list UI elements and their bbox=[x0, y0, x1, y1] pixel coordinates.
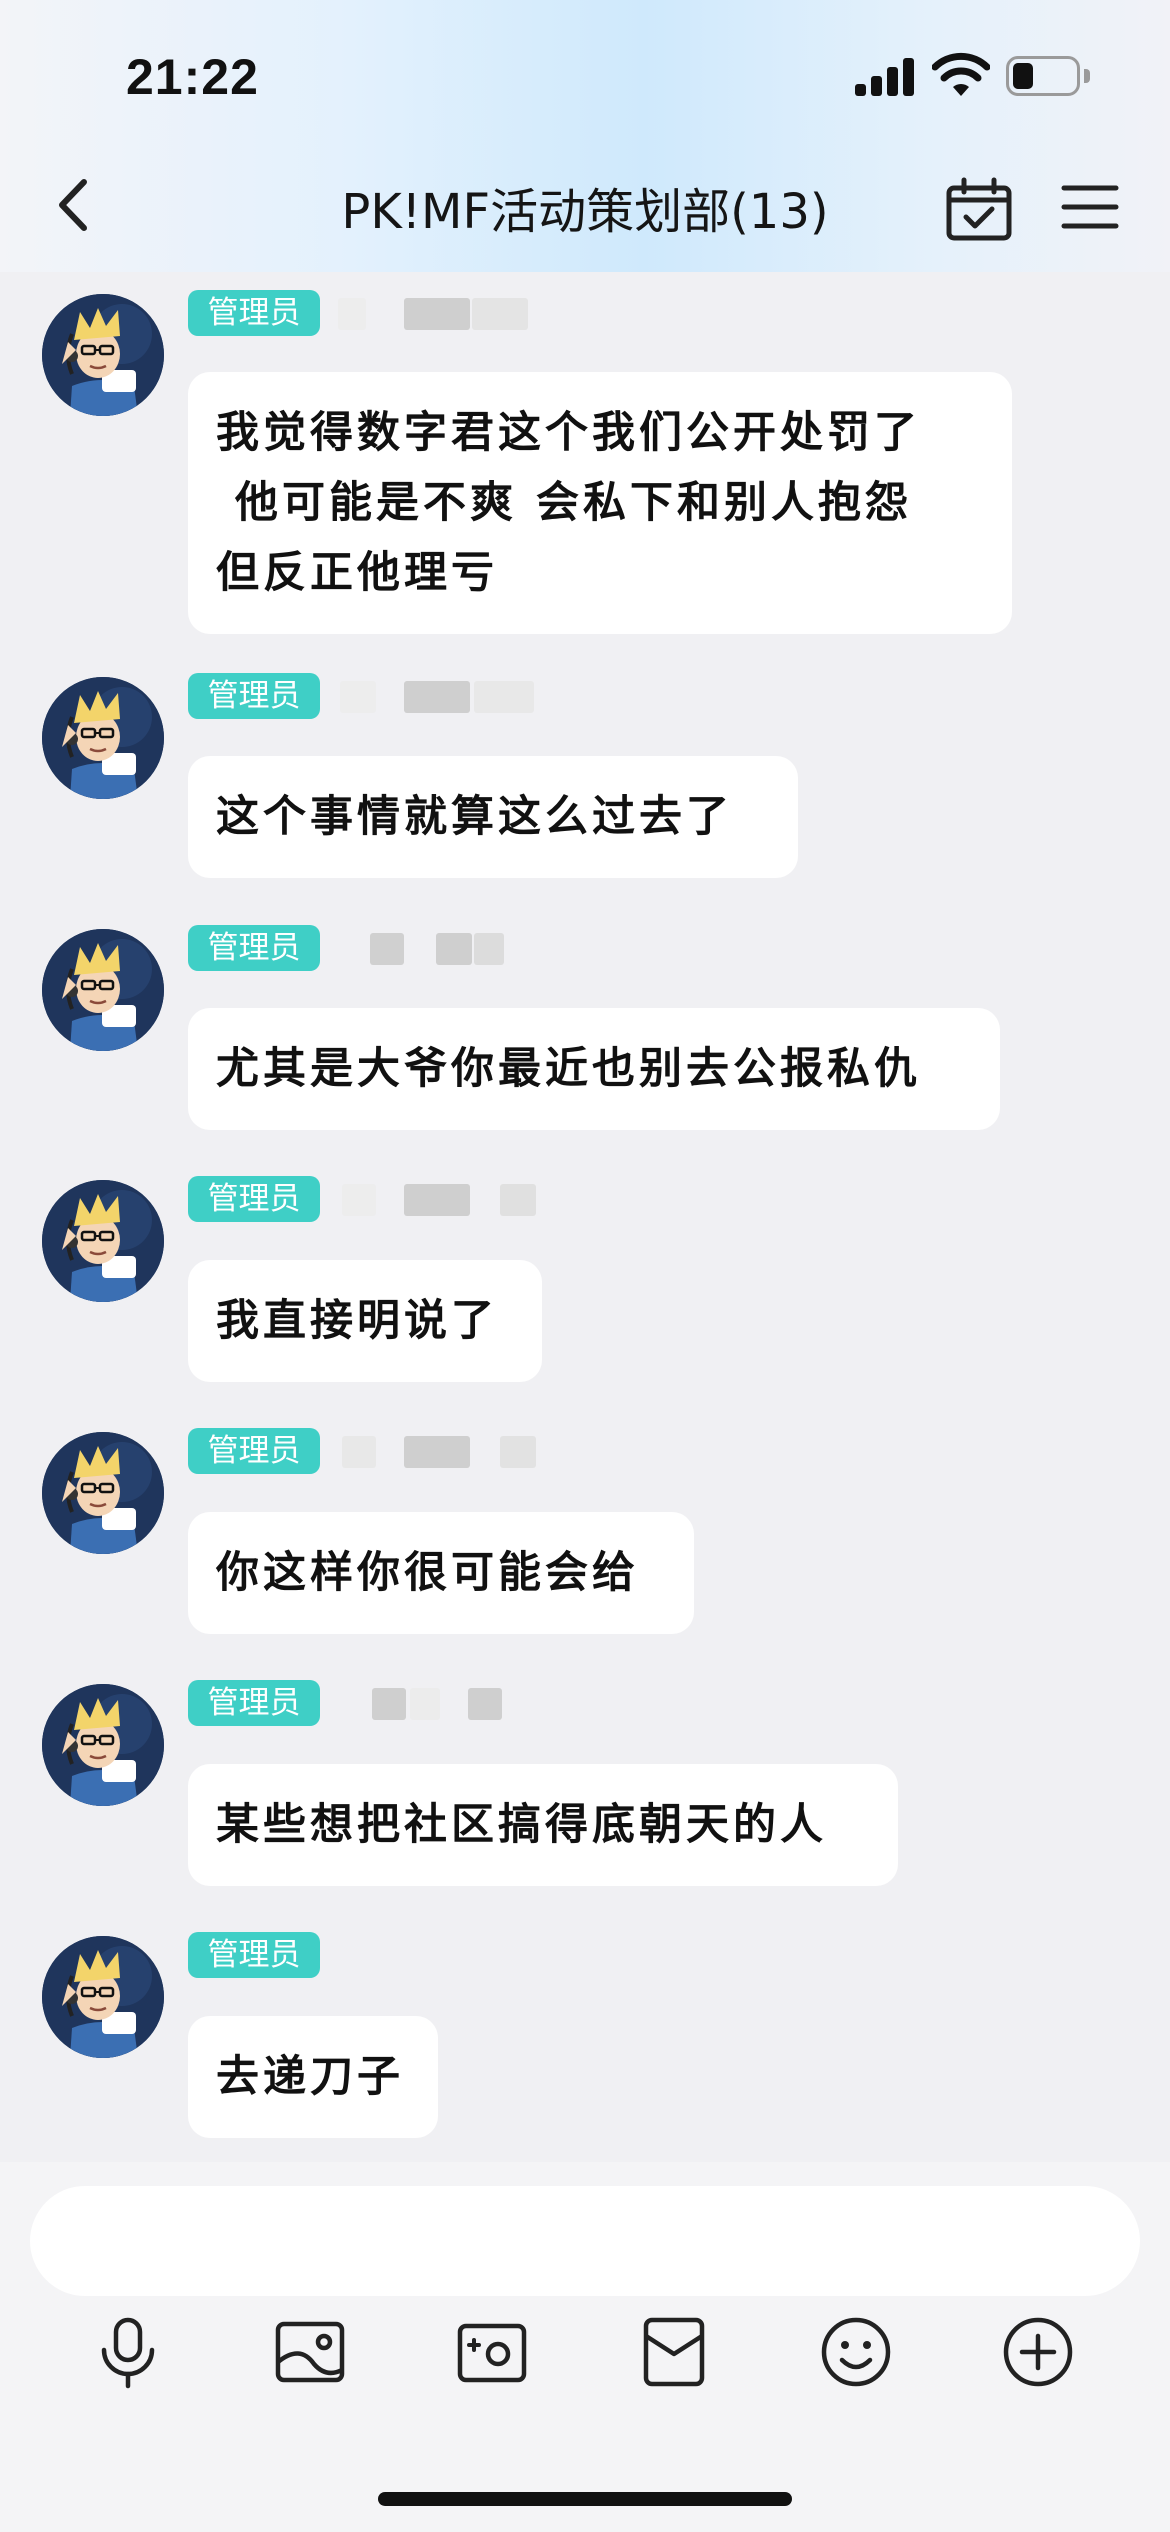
input-bar bbox=[0, 2162, 1170, 2532]
avatar[interactable] bbox=[42, 929, 164, 1051]
chat-title: PK!MF活动策划部(13) bbox=[341, 184, 829, 240]
avatar[interactable] bbox=[42, 1432, 164, 1554]
blurred-username bbox=[340, 681, 376, 713]
blurred-username bbox=[404, 681, 470, 713]
avatar[interactable] bbox=[42, 1684, 164, 1806]
blurred-username bbox=[342, 1436, 376, 1468]
message-bubble[interactable]: 某些想把社区搞得底朝天的人 bbox=[188, 1764, 898, 1886]
admin-badge: 管理员 bbox=[188, 1428, 320, 1474]
image-icon[interactable] bbox=[270, 2312, 350, 2392]
message-bubble[interactable]: 你这样你很可能会给 bbox=[188, 1512, 694, 1634]
menu-icon[interactable] bbox=[1060, 182, 1120, 232]
home-indicator bbox=[378, 2492, 792, 2506]
wifi-icon bbox=[932, 52, 990, 96]
blurred-username bbox=[404, 298, 470, 330]
message-bubble[interactable]: 我觉得数字君这个我们公开处罚了 他可能是不爽 会私下和别人抱怨 但反正他理亏 bbox=[188, 372, 1012, 634]
avatar[interactable] bbox=[42, 677, 164, 799]
blurred-username bbox=[474, 681, 534, 713]
battery-icon bbox=[1006, 56, 1090, 96]
message-text-line: 去递刀子 bbox=[216, 2052, 404, 2102]
plus-icon[interactable] bbox=[998, 2312, 1078, 2392]
blurred-username bbox=[410, 1688, 440, 1720]
camera-icon[interactable] bbox=[452, 2312, 532, 2392]
message-bubble[interactable]: 尤其是大爷你最近也别去公报私仇 bbox=[188, 1008, 1000, 1130]
message-text-line: 尤其是大爷你最近也别去公报私仇 bbox=[216, 1044, 921, 1094]
blurred-username bbox=[500, 1436, 536, 1468]
avatar[interactable] bbox=[42, 1936, 164, 2058]
message-bubble[interactable]: 这个事情就算这么过去了 bbox=[188, 756, 798, 878]
message-bubble[interactable]: 我直接明说了 bbox=[188, 1260, 542, 1382]
back-button[interactable] bbox=[48, 170, 98, 240]
blurred-username bbox=[500, 1184, 536, 1216]
message-text-line: 你这样你很可能会给 bbox=[216, 1548, 639, 1598]
calendar-check-icon[interactable] bbox=[944, 176, 1014, 242]
admin-badge: 管理员 bbox=[188, 1680, 320, 1726]
cellular-signal-icon bbox=[855, 56, 915, 96]
header: 21:22 PK!MF活动策划部(13) bbox=[0, 0, 1170, 272]
red-packet-icon[interactable] bbox=[634, 2312, 714, 2392]
admin-badge: 管理员 bbox=[188, 673, 320, 719]
status-time: 21:22 bbox=[126, 49, 259, 105]
avatar[interactable] bbox=[42, 294, 164, 416]
blurred-username bbox=[472, 298, 528, 330]
message-bubble[interactable]: 去递刀子 bbox=[188, 2016, 438, 2138]
message-text-line: 这个事情就算这么过去了 bbox=[216, 792, 733, 842]
message-input[interactable] bbox=[30, 2186, 1140, 2296]
admin-badge: 管理员 bbox=[188, 925, 320, 971]
message-text-line: 某些想把社区搞得底朝天的人 bbox=[216, 1800, 827, 1850]
admin-badge: 管理员 bbox=[188, 1932, 320, 1978]
blurred-username bbox=[372, 1688, 406, 1720]
message-text-line: 我直接明说了 bbox=[216, 1296, 498, 1346]
admin-badge: 管理员 bbox=[188, 290, 320, 336]
blurred-username bbox=[404, 1436, 470, 1468]
blurred-username bbox=[436, 933, 472, 965]
emoji-icon[interactable] bbox=[816, 2312, 896, 2392]
blurred-username bbox=[342, 1184, 376, 1216]
blurred-username bbox=[370, 933, 404, 965]
message-text-line: 他可能是不爽 会私下和别人抱怨 bbox=[216, 478, 912, 528]
blurred-username bbox=[474, 933, 504, 965]
microphone-icon[interactable] bbox=[88, 2312, 168, 2392]
message-text-line: 但反正他理亏 bbox=[216, 548, 498, 598]
blurred-username bbox=[468, 1688, 502, 1720]
blurred-username bbox=[404, 1184, 470, 1216]
admin-badge: 管理员 bbox=[188, 1176, 320, 1222]
avatar[interactable] bbox=[42, 1180, 164, 1302]
blurred-username bbox=[338, 298, 366, 330]
message-text-line: 我觉得数字君这个我们公开处罚了 bbox=[216, 408, 921, 458]
